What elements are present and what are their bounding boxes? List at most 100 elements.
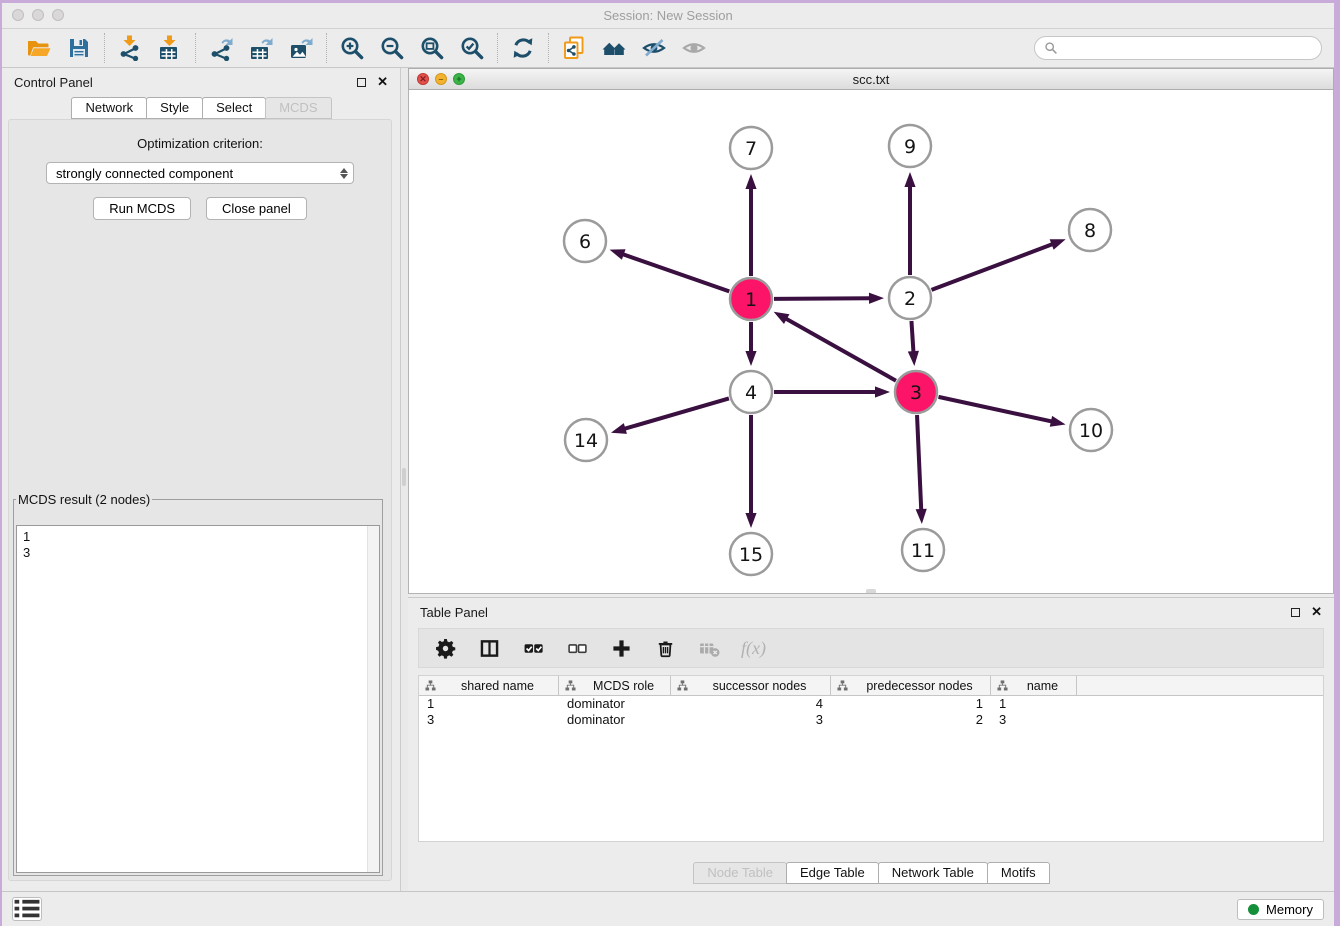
select-all-columns-button[interactable]: [521, 636, 545, 660]
tab-select[interactable]: Select: [202, 97, 266, 119]
right-column: ✕ – + scc.txt 7968124314101511 Table Pan…: [408, 68, 1334, 891]
table-cell[interactable]: 4: [671, 696, 831, 712]
table-cell[interactable]: 3: [671, 712, 831, 728]
table-cell[interactable]: dominator: [559, 712, 671, 728]
run-mcds-button[interactable]: Run MCDS: [93, 197, 191, 220]
save-session-icon: [66, 35, 92, 61]
deselect-all-columns-button[interactable]: [565, 636, 589, 660]
zoom-selected-button[interactable]: [457, 33, 487, 63]
edge-1-2[interactable]: [774, 298, 871, 299]
export-table-button[interactable]: [246, 33, 276, 63]
edge-arrow-4-15: [745, 513, 756, 528]
tab-motifs[interactable]: Motifs: [987, 862, 1050, 884]
panel-splitter[interactable]: [400, 68, 408, 891]
tab-network-table[interactable]: Network Table: [878, 862, 988, 884]
column-label: MCDS role: [581, 679, 666, 693]
open-session-button[interactable]: [24, 33, 54, 63]
float-panel-icon[interactable]: [357, 78, 366, 87]
edge-2-3[interactable]: [911, 321, 913, 353]
table-cell[interactable]: 1: [991, 696, 1077, 712]
edge-2-8[interactable]: [932, 244, 1054, 290]
tab-network[interactable]: Network: [71, 97, 147, 119]
table-cell[interactable]: 1: [419, 696, 559, 712]
table-cell[interactable]: 2: [831, 712, 991, 728]
edge-1-6[interactable]: [622, 254, 729, 292]
graph-node-label-10: 10: [1079, 420, 1103, 442]
mcds-result-text[interactable]: 13: [16, 525, 380, 873]
mcds-result-group: MCDS result (2 nodes) 13: [13, 492, 383, 876]
table-cell[interactable]: 3: [991, 712, 1077, 728]
column-header-successor-nodes[interactable]: successor nodes: [671, 676, 831, 695]
window-controls: [12, 9, 64, 21]
zoom-window-button[interactable]: [52, 9, 64, 21]
node-table: shared name MCDS role successor nodes prede…: [418, 675, 1324, 842]
tab-edge-table[interactable]: Edge Table: [786, 862, 879, 884]
create-column-button[interactable]: [609, 636, 633, 660]
edge-3-10[interactable]: [938, 397, 1052, 422]
table-row[interactable]: 3dominator323: [419, 712, 1323, 728]
close-table-panel-icon[interactable]: ✕: [1311, 607, 1322, 617]
zoom-fit-button[interactable]: [417, 33, 447, 63]
export-image-button[interactable]: [286, 33, 316, 63]
table-cell[interactable]: 1: [831, 696, 991, 712]
edge-4-14[interactable]: [623, 398, 728, 429]
search-box[interactable]: [1034, 36, 1322, 60]
table-tabs: Node TableEdge TableNetwork TableMotifs: [408, 862, 1334, 884]
export-network-button[interactable]: [206, 33, 236, 63]
search-input[interactable]: [1063, 40, 1312, 57]
minimize-window-button[interactable]: [32, 9, 44, 21]
network-close-button[interactable]: ✕: [417, 73, 429, 85]
toolbar-group: [549, 33, 719, 63]
import-table-button[interactable]: [155, 33, 185, 63]
graph-node-label-7: 7: [745, 138, 757, 160]
show-graphics-details-button[interactable]: [679, 33, 709, 63]
toggle-columns-button[interactable]: [477, 636, 501, 660]
table-settings-button[interactable]: [433, 636, 457, 660]
network-maximize-button[interactable]: +: [453, 73, 465, 85]
column-header-shared-name[interactable]: shared name: [419, 676, 559, 695]
network-minimize-button[interactable]: –: [435, 73, 447, 85]
edge-arrow-3-10: [1050, 416, 1066, 427]
zoom-out-button[interactable]: [377, 33, 407, 63]
toolbar-group: [327, 33, 497, 63]
column-header-MCDS-role[interactable]: MCDS role: [559, 676, 671, 695]
float-table-panel-icon[interactable]: [1291, 608, 1300, 617]
hide-graphics-details-button[interactable]: [639, 33, 669, 63]
optimization-select[interactable]: strongly connected component: [46, 162, 354, 184]
close-panel-button[interactable]: Close panel: [206, 197, 307, 220]
edge-3-11[interactable]: [917, 415, 921, 511]
close-panel-icon[interactable]: ✕: [377, 77, 388, 87]
column-label: successor nodes: [693, 679, 826, 693]
network-canvas[interactable]: 7968124314101511: [408, 90, 1334, 594]
edge-3-1[interactable]: [785, 318, 896, 381]
edge-arrow-1-4: [745, 351, 756, 366]
delete-columns-icon: [655, 638, 676, 659]
tab-node-table[interactable]: Node Table: [693, 862, 787, 884]
apply-layout-button[interactable]: [508, 33, 538, 63]
table-cell[interactable]: 3: [419, 712, 559, 728]
app-window: Session: New Session Control Panel ✕ Net…: [2, 3, 1334, 926]
column-header-predecessor-nodes[interactable]: predecessor nodes: [831, 676, 991, 695]
table-cell[interactable]: dominator: [559, 696, 671, 712]
result-scrollbar[interactable]: [367, 526, 379, 872]
zoom-in-button[interactable]: [337, 33, 367, 63]
tab-mcds[interactable]: MCDS: [265, 97, 331, 119]
toolbar-group: [196, 33, 326, 63]
column-header-name[interactable]: name: [991, 676, 1077, 695]
home-button[interactable]: [599, 33, 629, 63]
edge-arrow-2-9: [904, 172, 915, 187]
table-row[interactable]: 1dominator411: [419, 696, 1323, 712]
clone-network-button[interactable]: [559, 33, 589, 63]
save-session-button[interactable]: [64, 33, 94, 63]
canvas-resize-handle[interactable]: [866, 589, 876, 593]
import-network-icon: [117, 35, 143, 61]
close-window-button[interactable]: [12, 9, 24, 21]
task-history-button[interactable]: [12, 897, 42, 921]
import-network-button[interactable]: [115, 33, 145, 63]
delete-columns-button[interactable]: [653, 636, 677, 660]
export-table-icon: [248, 35, 274, 61]
tab-style[interactable]: Style: [146, 97, 203, 119]
memory-button[interactable]: Memory: [1237, 899, 1324, 920]
edge-arrow-2-8: [1050, 239, 1066, 250]
control-panel-tabs: NetworkStyleSelectMCDS: [2, 96, 400, 119]
